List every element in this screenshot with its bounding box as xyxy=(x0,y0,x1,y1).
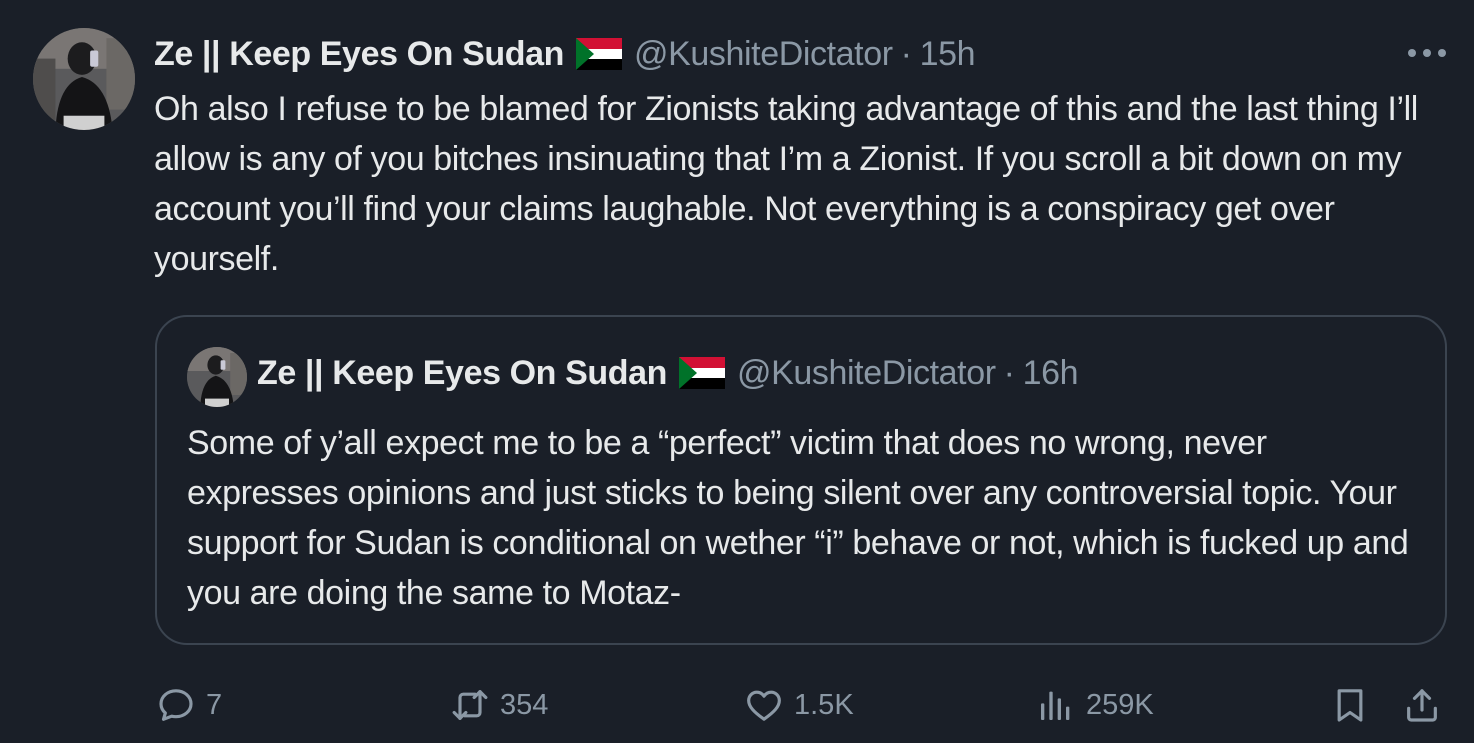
avatar-image xyxy=(187,347,247,407)
share-icon xyxy=(1407,689,1437,722)
repost-icon xyxy=(452,690,488,720)
bookmark-button[interactable] xyxy=(1330,680,1370,730)
quoted-post-header: Ze || Keep Eyes On Sudan @KushiteDictato… xyxy=(257,348,1079,398)
separator-dot: · xyxy=(1003,353,1015,392)
post-timestamp[interactable]: 15h xyxy=(920,35,976,74)
quoted-post-text: Some of y’all expect me to be a “perfect… xyxy=(187,424,1409,612)
views-button[interactable]: 259K xyxy=(1036,680,1154,730)
author-avatar[interactable] xyxy=(33,28,135,130)
heart-icon xyxy=(747,690,781,721)
repost-count: 354 xyxy=(500,688,549,721)
reply-count: 7 xyxy=(206,688,223,721)
post-header: Ze || Keep Eyes On Sudan @KushiteDictato… xyxy=(154,30,976,78)
sudan-flag-icon xyxy=(679,357,725,389)
sudan-flag-icon xyxy=(576,38,622,70)
share-button[interactable] xyxy=(1402,680,1442,730)
views-chart-icon xyxy=(1041,691,1070,720)
quoted-post[interactable]: Ze || Keep Eyes On Sudan @KushiteDictato… xyxy=(155,315,1447,645)
reply-button[interactable]: 7 xyxy=(156,680,222,730)
action-bar: 7 354 1.5K 259K xyxy=(0,680,1474,730)
quoted-author-avatar xyxy=(187,347,247,407)
tweet: Ze || Keep Eyes On Sudan @KushiteDictato… xyxy=(0,0,1474,743)
repost-button[interactable]: 354 xyxy=(450,680,548,730)
avatar-image xyxy=(33,28,135,130)
separator-dot: · xyxy=(900,34,912,73)
reply-icon xyxy=(159,689,193,721)
views-count: 259K xyxy=(1086,688,1154,721)
author-handle[interactable]: @KushiteDictator xyxy=(634,35,893,74)
author-name[interactable]: Ze || Keep Eyes On Sudan xyxy=(154,35,564,74)
more-options-icon[interactable] xyxy=(1402,38,1452,68)
like-count: 1.5K xyxy=(794,688,854,721)
like-button[interactable]: 1.5K xyxy=(744,680,854,730)
quoted-author-handle: @KushiteDictator xyxy=(737,353,996,392)
quoted-author-name: Ze || Keep Eyes On Sudan xyxy=(257,353,667,392)
post-text: Oh also I refuse to be blamed for Zionis… xyxy=(154,90,1418,278)
quoted-post-timestamp: 16h xyxy=(1022,353,1079,392)
bookmark-icon xyxy=(1337,689,1363,722)
